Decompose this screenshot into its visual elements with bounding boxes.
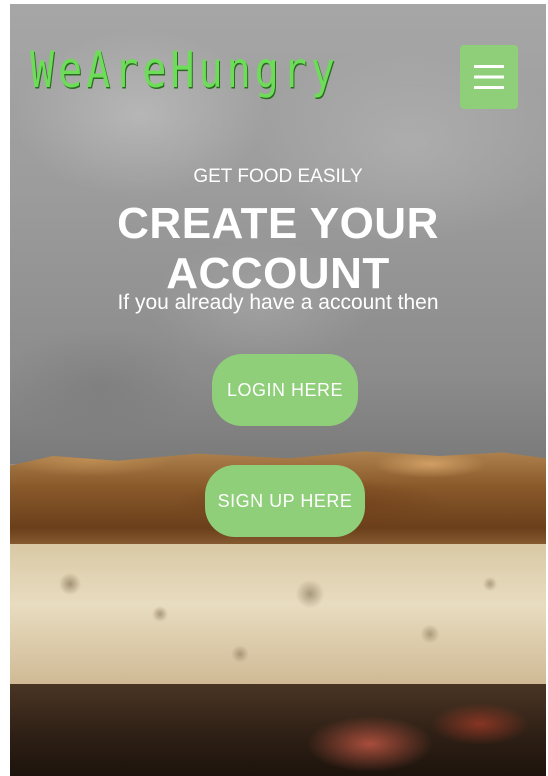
signup-button[interactable]: SIGN UP HERE [205, 465, 365, 537]
site-logo[interactable]: WeAreHungry [30, 42, 339, 100]
login-button[interactable]: LOGIN HERE [212, 354, 358, 426]
background-bread-filling [10, 684, 546, 776]
login-prompt-text: If you already have a account then [117, 291, 439, 314]
menu-button[interactable] [460, 45, 518, 109]
hamburger-menu-icon [474, 65, 504, 89]
page-title: CREATE YOUR ACCOUNT [117, 199, 439, 298]
background-bread-crumb [10, 544, 546, 694]
hero-subtitle: GET FOOD EASILY [193, 166, 363, 187]
page-frame: WeAreHungry GET FOOD EASILY CREATE YOUR … [10, 4, 546, 776]
